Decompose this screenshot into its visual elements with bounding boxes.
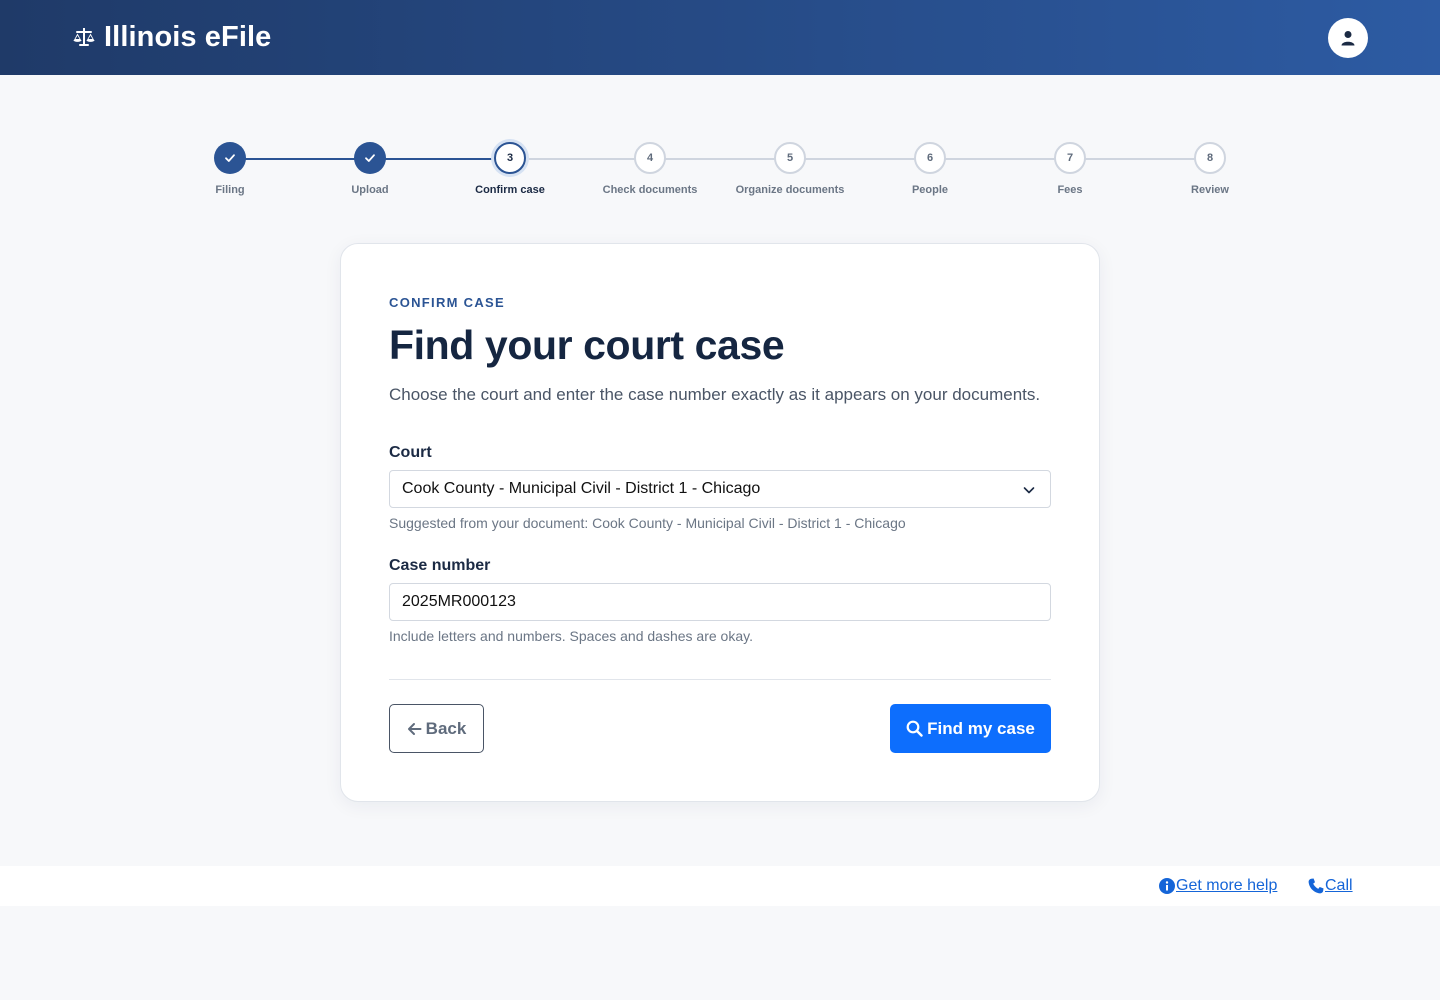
page-title: Find your court case (389, 322, 785, 368)
progress-stepper: Filing Upload 3 Confirm case 4 Check doc… (0, 142, 1440, 202)
step-label: People (911, 184, 949, 196)
footer-help-bar: Get more help Call (0, 866, 1440, 906)
checkmark-icon (365, 154, 375, 162)
step-filing[interactable]: Filing (160, 142, 300, 196)
step-complete-marker (354, 142, 386, 174)
info-circle-icon (1159, 878, 1175, 894)
step-complete-marker (214, 142, 246, 174)
step-label: Check documents (602, 184, 698, 196)
app-title: Illinois eFile (104, 20, 272, 53)
step-organize-documents[interactable]: 5 Organize documents (720, 142, 860, 196)
find-case-card: CONFIRM CASE Find your court case Choose… (340, 243, 1100, 802)
case-number-hint: Include letters and numbers. Spaces and … (389, 628, 753, 644)
arrow-left-icon (407, 722, 422, 735)
step-number: 4 (634, 142, 666, 174)
search-icon (906, 720, 923, 737)
section-eyebrow: CONFIRM CASE (389, 295, 505, 310)
court-hint: Suggested from your document: Cook Count… (389, 515, 906, 531)
step-number: 7 (1054, 142, 1086, 174)
intro-text: Choose the court and enter the case numb… (389, 385, 1041, 404)
case-number-label: Case number (389, 557, 491, 574)
step-number: 8 (1194, 142, 1226, 174)
get-more-help-label: Get more help (1176, 877, 1278, 894)
step-people[interactable]: 6 People (860, 142, 1000, 196)
case-number-input[interactable] (389, 583, 1051, 621)
get-more-help-link[interactable]: Get more help (1159, 877, 1277, 895)
find-case-button-label: Find my case (927, 718, 1035, 738)
step-label: Review (1191, 184, 1229, 196)
step-number: 3 (494, 142, 526, 174)
checkmark-icon (225, 154, 235, 162)
brand[interactable]: Illinois eFile (72, 20, 271, 54)
phone-icon (1308, 878, 1324, 894)
step-label: Organize documents (735, 184, 845, 196)
step-label: Filing (215, 184, 245, 196)
step-number: 5 (774, 142, 806, 174)
court-select[interactable]: Cook County - Municipal Civil - District… (389, 470, 1051, 508)
back-button[interactable]: Back (389, 704, 484, 753)
user-icon (1341, 31, 1355, 46)
step-number: 6 (914, 142, 946, 174)
court-label: Court (389, 444, 432, 461)
top-navigation-bar: Illinois eFile (0, 0, 1440, 75)
back-button-label: Back (425, 718, 467, 738)
call-link[interactable]: Call (1308, 877, 1353, 895)
call-label: Call (1325, 877, 1353, 894)
step-review[interactable]: 8 Review (1140, 142, 1280, 196)
find-case-button[interactable]: Find my case (890, 704, 1051, 753)
court-selected-value: Cook County - Municipal Civil - District… (402, 480, 761, 497)
divider (389, 679, 1051, 680)
account-button[interactable] (1328, 18, 1368, 58)
step-label: Confirm case (475, 184, 545, 196)
step-label: Fees (1057, 184, 1083, 196)
balance-scale-icon (73, 28, 95, 46)
step-fees[interactable]: 7 Fees (1000, 142, 1140, 196)
step-label: Upload (351, 184, 389, 196)
step-confirm-case[interactable]: 3 Confirm case (440, 142, 580, 196)
step-check-documents[interactable]: 4 Check documents (580, 142, 720, 196)
step-upload[interactable]: Upload (300, 142, 440, 196)
chevron-down-icon (1023, 487, 1035, 494)
